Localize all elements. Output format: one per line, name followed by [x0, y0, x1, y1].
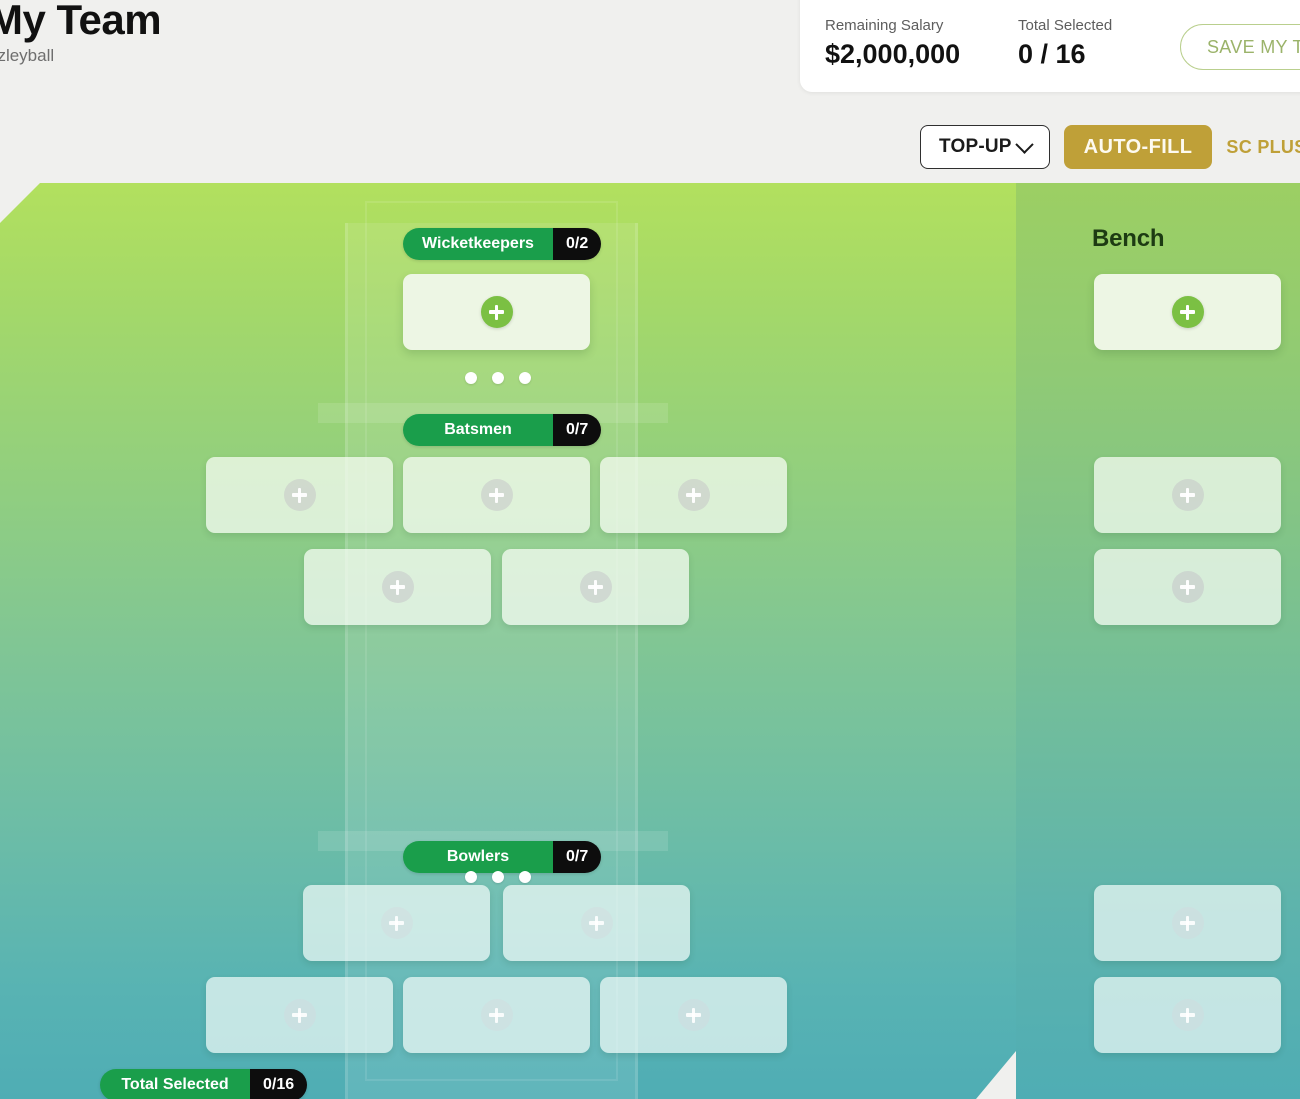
total-selected-stat: Total Selected 0 / 16: [1018, 16, 1112, 71]
top-up-dropdown[interactable]: TOP-UP: [920, 125, 1050, 169]
header-bar: My Team azleyball Remaining Salary $2,00…: [0, 0, 1300, 183]
bench-slot[interactable]: [1094, 885, 1281, 961]
page-title: My Team: [0, 0, 162, 43]
add-player-icon[interactable]: [480, 479, 513, 511]
add-player-icon[interactable]: [1171, 907, 1204, 939]
title-block: My Team azleyball: [0, 0, 408, 67]
batsman-slot[interactable]: [304, 549, 491, 625]
auto-fill-button[interactable]: AUTO-FILL: [1063, 125, 1213, 169]
bench-slot[interactable]: [1094, 549, 1281, 625]
position-badge-batsmen: Batsmen 0/7: [403, 414, 602, 446]
add-player-icon[interactable]: [1171, 479, 1204, 511]
remaining-salary-label: Remaining Salary: [825, 17, 944, 34]
carousel-dot[interactable]: [519, 871, 531, 883]
bench-slot[interactable]: [1094, 457, 1281, 533]
total-selected-value: 0 / 16: [1018, 39, 1086, 69]
batsman-slot[interactable]: [502, 549, 689, 625]
my-team-page: My Team azleyball Remaining Salary $2,00…: [0, 0, 1300, 1099]
batsman-slot[interactable]: [403, 457, 590, 533]
carousel-dot[interactable]: [492, 372, 504, 384]
sc-plus-label: SC PLUS: [1226, 136, 1300, 157]
bench-slot[interactable]: [1094, 977, 1281, 1053]
add-player-icon[interactable]: [1171, 571, 1204, 603]
page-subtitle: azleyball: [0, 46, 55, 65]
add-player-icon[interactable]: [1171, 296, 1204, 328]
position-label-wicketkeepers: Wicketkeepers: [403, 228, 553, 260]
bowler-slot[interactable]: [403, 977, 590, 1053]
add-player-icon[interactable]: [677, 999, 710, 1031]
add-player-icon[interactable]: [283, 479, 316, 511]
add-player-icon[interactable]: [480, 296, 513, 328]
bowler-slot[interactable]: [503, 885, 690, 961]
remaining-salary-value: $2,000,000: [825, 39, 961, 69]
add-player-icon[interactable]: [283, 999, 316, 1031]
batsman-slot[interactable]: [600, 457, 787, 533]
position-count-bowlers: 0/7: [553, 841, 602, 873]
position-badge-wicketkeepers: Wicketkeepers 0/2: [403, 228, 602, 260]
position-label-batsmen: Batsmen: [403, 414, 553, 446]
position-count-batsmen: 0/7: [553, 414, 602, 446]
add-player-icon[interactable]: [480, 999, 513, 1031]
wicketkeeper-slot[interactable]: [403, 274, 590, 350]
batsman-slot[interactable]: [206, 457, 393, 533]
wicketkeeper-carousel-dots[interactable]: [465, 372, 531, 384]
total-selected-badge-count: 0/16: [250, 1069, 308, 1099]
carousel-dot[interactable]: [465, 871, 477, 883]
position-badge-bowlers: Bowlers 0/7: [403, 841, 602, 873]
bowler-slot[interactable]: [600, 977, 787, 1053]
top-up-label: TOP-UP: [939, 136, 1012, 157]
add-player-icon[interactable]: [1171, 999, 1204, 1031]
team-stats-card: Remaining Salary $2,000,000 Total Select…: [800, 0, 1300, 92]
bench-slot[interactable]: [1094, 274, 1281, 350]
bench-title: Bench: [1092, 225, 1165, 252]
total-selected-label: Total Selected: [1018, 17, 1113, 34]
total-selected-badge: Total Selected 0/16: [100, 1069, 308, 1099]
position-count-wicketkeepers: 0/2: [553, 228, 602, 260]
bowler-slot[interactable]: [206, 977, 393, 1053]
add-player-icon[interactable]: [677, 479, 710, 511]
add-player-icon[interactable]: [381, 571, 414, 603]
carousel-dot[interactable]: [492, 871, 504, 883]
add-player-icon[interactable]: [580, 907, 613, 939]
carousel-dot[interactable]: [519, 372, 531, 384]
remaining-salary-stat: Remaining Salary $2,000,000: [825, 16, 960, 71]
add-player-icon[interactable]: [380, 907, 413, 939]
bowler-carousel-dots[interactable]: [465, 871, 531, 883]
save-my-team-button[interactable]: SAVE MY TEA: [1180, 24, 1300, 70]
carousel-dot[interactable]: [465, 372, 477, 384]
total-selected-badge-label: Total Selected: [100, 1069, 250, 1099]
chevron-down-icon: [1014, 134, 1034, 154]
bowler-slot[interactable]: [303, 885, 490, 961]
add-player-icon[interactable]: [579, 571, 612, 603]
position-label-bowlers: Bowlers: [403, 841, 553, 873]
team-toolbar: TOP-UP AUTO-FILL SC PLUS C: [920, 124, 1300, 170]
